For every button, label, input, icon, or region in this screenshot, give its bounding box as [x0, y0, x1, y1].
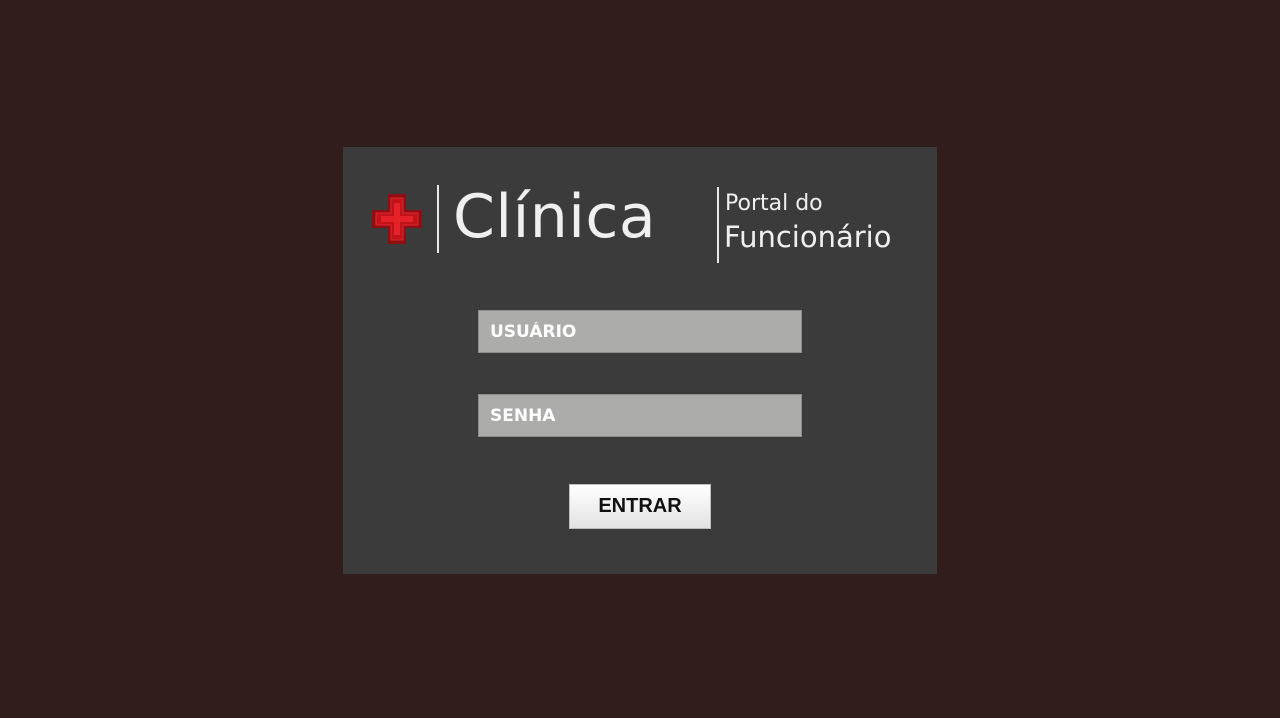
login-button[interactable]: ENTRAR: [569, 484, 711, 529]
medical-cross-icon: [372, 194, 422, 244]
username-input[interactable]: [478, 310, 802, 353]
password-input[interactable]: [478, 394, 802, 437]
clinic-logo: Clínica Portal do Funcionário: [343, 147, 937, 287]
login-panel: Clínica Portal do Funcionário ENTRAR: [343, 147, 937, 574]
portal-subtitle-line2: Funcionário: [724, 220, 892, 254]
portal-subtitle-line1: Portal do: [725, 191, 823, 216]
brand-name: Clínica: [453, 182, 657, 252]
logo-divider: [437, 185, 439, 253]
logo-divider: [717, 187, 719, 263]
